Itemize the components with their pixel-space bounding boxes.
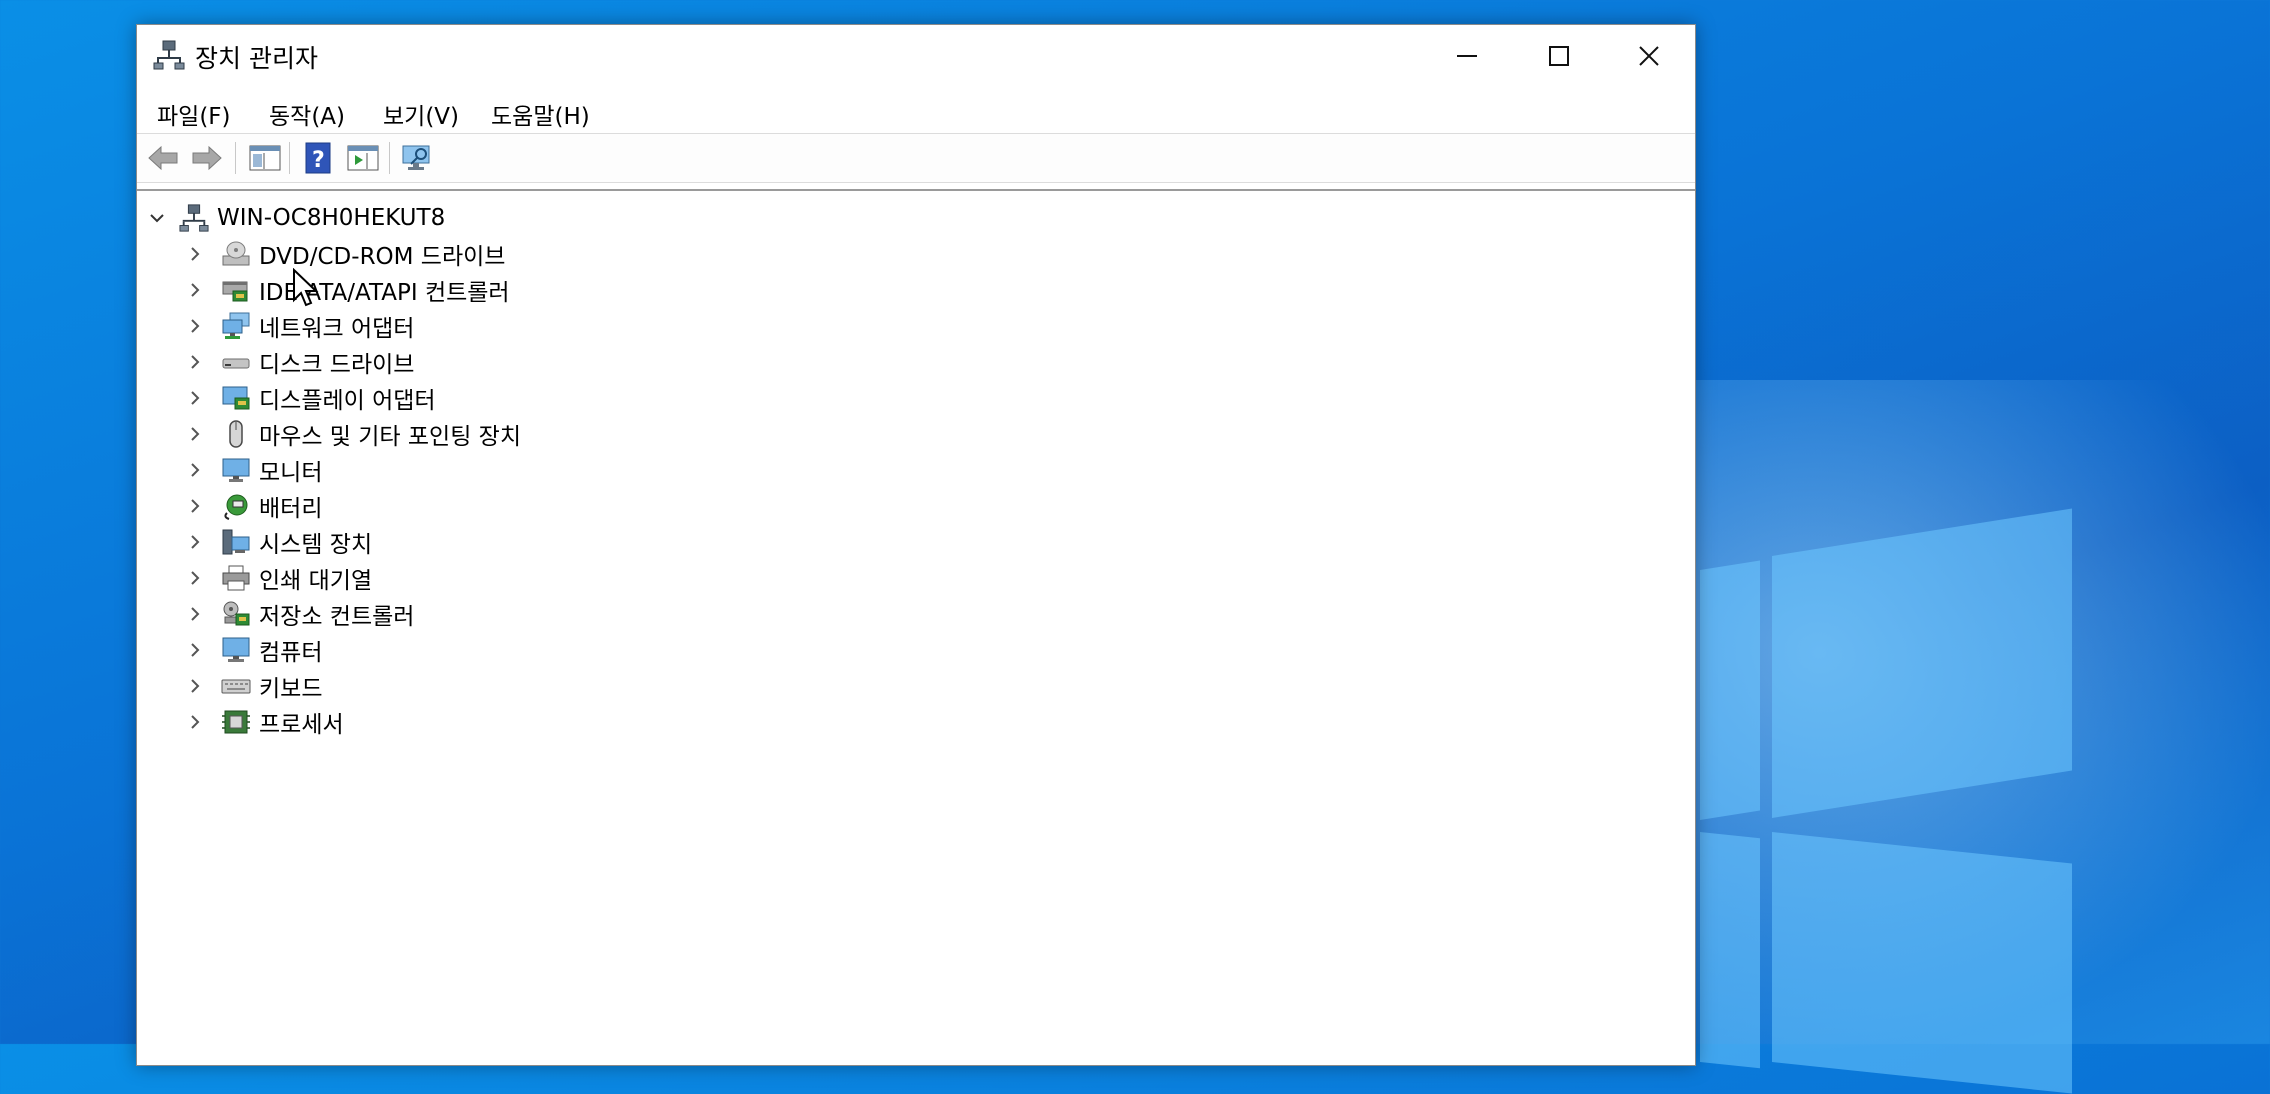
chevron-right-icon[interactable]	[181, 492, 209, 520]
storage-controller-icon	[219, 597, 253, 631]
show-hide-console-tree-button[interactable]	[247, 141, 283, 175]
tree-item-label: 마우스 및 기타 포인팅 장치	[259, 424, 522, 450]
device-tree: WIN-OC8H0HEKUT8 DVD/CD-ROM 드라이브 IDE ATA/…	[137, 189, 1695, 1071]
show-hide-console-tree-icon	[249, 145, 281, 171]
printer-icon	[219, 561, 253, 595]
tree-item-label: 저장소 컨트롤러	[259, 604, 415, 630]
chevron-down-icon[interactable]	[143, 204, 171, 232]
chevron-right-icon[interactable]	[181, 384, 209, 412]
disk-drive-icon	[219, 345, 253, 379]
device-manager-icon	[153, 39, 185, 71]
toolbar-separator	[235, 142, 236, 174]
maximize-icon	[1549, 46, 1569, 66]
chevron-right-icon[interactable]	[181, 708, 209, 736]
forward-button[interactable]	[189, 141, 225, 175]
tree-item-battery[interactable]: 배터리	[181, 489, 322, 523]
tree-item-network[interactable]: 네트워크 어댑터	[181, 309, 414, 343]
tree-item-label: DVD/CD-ROM 드라이브	[259, 244, 506, 270]
tree-item-ide[interactable]: IDE ATA/ATAPI 컨트롤러	[181, 273, 510, 307]
toolbar-separator	[289, 142, 290, 174]
menu-view[interactable]: 보기(V)	[377, 95, 465, 133]
tree-item-mouse[interactable]: 마우스 및 기타 포인팅 장치	[181, 417, 521, 451]
tree-item-keyboard[interactable]: 키보드	[181, 669, 322, 703]
chevron-right-icon[interactable]	[181, 528, 209, 556]
tree-item-label: 네트워크 어댑터	[259, 316, 415, 342]
help-icon: ?	[305, 142, 331, 174]
chevron-right-icon[interactable]	[181, 420, 209, 448]
toolbar-separator	[389, 142, 390, 174]
display-adapter-icon	[219, 381, 253, 415]
chevron-right-icon[interactable]	[181, 276, 209, 304]
chevron-right-icon[interactable]	[181, 348, 209, 376]
tree-item-dvd[interactable]: DVD/CD-ROM 드라이브	[181, 237, 505, 271]
chevron-right-icon[interactable]	[181, 636, 209, 664]
tree-item-processor[interactable]: 프로세서	[181, 705, 344, 739]
network-adapter-icon	[219, 309, 253, 343]
tree-root[interactable]: WIN-OC8H0HEKUT8	[143, 201, 445, 235]
system-device-icon	[219, 525, 253, 559]
keyboard-icon	[219, 669, 253, 703]
tree-item-label: 인쇄 대기열	[259, 568, 373, 594]
tree-item-label: 키보드	[259, 676, 323, 702]
minimize-icon	[1457, 55, 1477, 57]
chevron-right-icon[interactable]	[181, 240, 209, 268]
tree-item-disk[interactable]: 디스크 드라이브	[181, 345, 414, 379]
tree-item-display[interactable]: 디스플레이 어댑터	[181, 381, 436, 415]
chevron-right-icon[interactable]	[181, 600, 209, 628]
menu-help[interactable]: 도움말(H)	[485, 95, 596, 133]
device-manager-window: 장치 관리자 파일(F) 동작(A) 보기(V) 도움말(H) ? WIN-OC…	[136, 24, 1696, 1066]
close-icon	[1639, 46, 1659, 66]
processor-icon	[219, 705, 253, 739]
scan-hardware-button[interactable]	[399, 141, 435, 175]
tree-item-label: 컴퓨터	[259, 640, 323, 666]
back-arrow-icon	[148, 145, 178, 171]
chevron-right-icon[interactable]	[181, 564, 209, 592]
tree-item-monitor[interactable]: 모니터	[181, 453, 322, 487]
maximize-button[interactable]	[1513, 25, 1605, 87]
battery-icon	[219, 489, 253, 523]
tree-item-label: 시스템 장치	[259, 532, 373, 558]
toolbar: ?	[137, 133, 1695, 183]
mouse-icon	[219, 417, 253, 451]
forward-arrow-icon	[192, 145, 222, 171]
tree-item-label: 프로세서	[259, 712, 344, 738]
mouse-cursor-icon	[293, 268, 319, 307]
dvd-drive-icon	[219, 237, 253, 271]
tree-item-label: 디스크 드라이브	[259, 352, 415, 378]
tree-item-printer[interactable]: 인쇄 대기열	[181, 561, 372, 595]
minimize-button[interactable]	[1421, 25, 1513, 87]
chevron-right-icon[interactable]	[181, 672, 209, 700]
close-button[interactable]	[1603, 25, 1695, 87]
tree-item-storage[interactable]: 저장소 컨트롤러	[181, 597, 414, 631]
tree-item-label: 디스플레이 어댑터	[259, 388, 436, 414]
help-button[interactable]: ?	[301, 141, 337, 175]
window-title: 장치 관리자	[195, 44, 318, 73]
tree-item-label: 배터리	[259, 496, 323, 522]
monitor-icon	[219, 453, 253, 487]
menu-action[interactable]: 동작(A)	[263, 95, 351, 133]
tree-item-system[interactable]: 시스템 장치	[181, 525, 372, 559]
menu-file[interactable]: 파일(F)	[151, 95, 237, 133]
scan-hardware-icon	[402, 145, 430, 170]
action-pane-button[interactable]	[345, 141, 381, 175]
tree-root-label: WIN-OC8H0HEKUT8	[217, 205, 446, 231]
svg-text:?: ?	[312, 148, 325, 173]
title-bar[interactable]: 장치 관리자	[137, 25, 1695, 87]
action-pane-icon	[347, 145, 379, 171]
chevron-right-icon[interactable]	[181, 312, 209, 340]
computer-icon	[219, 633, 253, 667]
menu-bar: 파일(F) 동작(A) 보기(V) 도움말(H)	[137, 87, 1695, 133]
chevron-right-icon[interactable]	[181, 456, 209, 484]
ide-controller-icon	[219, 273, 253, 307]
computer-network-icon	[177, 201, 211, 235]
tree-item-label: 모니터	[259, 460, 323, 486]
back-button[interactable]	[145, 141, 181, 175]
tree-item-computer[interactable]: 컴퓨터	[181, 633, 322, 667]
